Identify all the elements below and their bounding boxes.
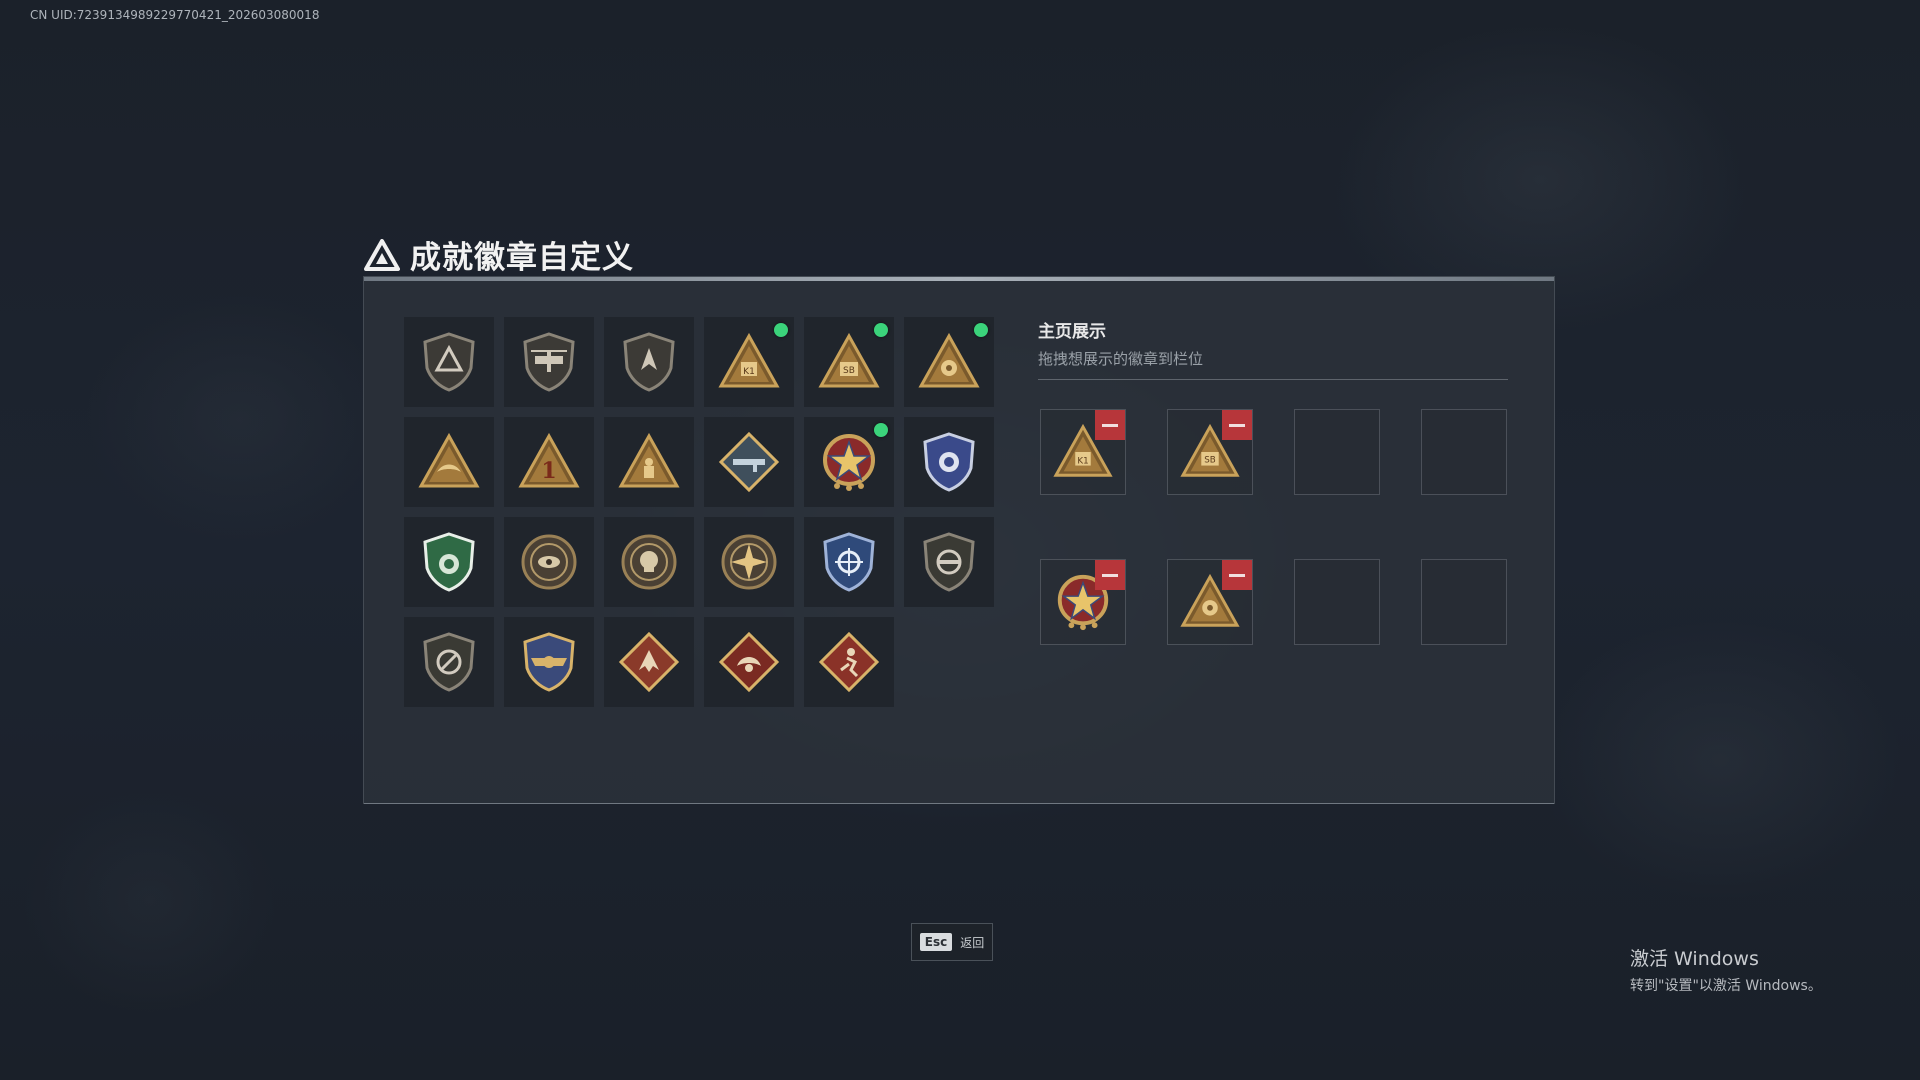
display-slot-filled[interactable]: SB bbox=[1167, 409, 1253, 495]
red-diamond-runner-icon bbox=[818, 631, 880, 693]
rifle-crosshair-shield-icon bbox=[923, 532, 975, 592]
red-diamond-dragon-icon bbox=[718, 631, 780, 693]
badge-cell[interactable]: K1 bbox=[704, 317, 794, 407]
minus-icon bbox=[1102, 573, 1118, 577]
helicopter-shield-icon bbox=[523, 332, 575, 392]
badge-cell[interactable] bbox=[404, 617, 494, 707]
remove-badge-button[interactable] bbox=[1095, 410, 1125, 440]
gold-wings-shield-icon bbox=[523, 632, 575, 692]
back-label: 返回 bbox=[960, 935, 985, 950]
badge-cell[interactable] bbox=[804, 517, 894, 607]
svg-text:1: 1 bbox=[541, 458, 556, 484]
display-slot-empty[interactable] bbox=[1421, 409, 1507, 495]
display-slot-filled[interactable] bbox=[1040, 559, 1126, 645]
new-indicator-dot bbox=[874, 323, 888, 337]
badge-cell[interactable]: SB bbox=[804, 317, 894, 407]
minus-icon bbox=[1102, 423, 1118, 427]
new-indicator-dot bbox=[974, 323, 988, 337]
back-button[interactable]: Esc 返回 bbox=[911, 923, 993, 961]
remove-badge-button[interactable] bbox=[1095, 560, 1125, 590]
gold-triangle-soldier-icon bbox=[618, 432, 680, 488]
section-divider bbox=[1038, 379, 1508, 380]
round-eye-emblem-icon bbox=[521, 534, 577, 590]
remove-badge-button[interactable] bbox=[1222, 560, 1252, 590]
badge-cell[interactable] bbox=[504, 317, 594, 407]
homepage-display-section: 主页展示 拖拽想展示的徽章到栏位 K1 SB bbox=[1038, 317, 1508, 645]
panel-top-line bbox=[364, 277, 1554, 281]
badge-cell[interactable] bbox=[704, 617, 794, 707]
gold-triangle-sb-icon: SB bbox=[818, 332, 880, 388]
badge-cell[interactable] bbox=[604, 417, 694, 507]
badge-cell[interactable] bbox=[604, 317, 694, 407]
badge-cell[interactable] bbox=[704, 517, 794, 607]
esc-key-hint: Esc bbox=[919, 933, 953, 951]
round-skull-emblem-icon bbox=[621, 534, 677, 590]
badge-cell[interactable] bbox=[904, 317, 994, 407]
minus-icon bbox=[1229, 573, 1245, 577]
diamond-rifle-icon bbox=[718, 431, 780, 493]
badge-cell[interactable] bbox=[404, 317, 494, 407]
display-slot-empty[interactable] bbox=[1421, 559, 1507, 645]
starburst-emblem-icon bbox=[721, 534, 777, 590]
gold-triangle-eagle-icon bbox=[418, 432, 480, 488]
delta-logo-icon bbox=[364, 238, 400, 271]
homepage-display-subtitle: 拖拽想展示的徽章到栏位 bbox=[1038, 350, 1204, 368]
svg-text:K1: K1 bbox=[743, 367, 755, 377]
badge-cell[interactable] bbox=[504, 617, 594, 707]
new-indicator-dot bbox=[774, 323, 788, 337]
star-medal-icon bbox=[823, 434, 875, 491]
blue-crosshair-shield-icon bbox=[823, 532, 875, 592]
homepage-display-title: 主页展示 bbox=[1038, 322, 1106, 342]
display-slot-empty[interactable] bbox=[1294, 409, 1380, 495]
badge-cell[interactable] bbox=[404, 517, 494, 607]
gold-triangle-k1-icon: K1 bbox=[718, 332, 780, 388]
display-slot-empty[interactable] bbox=[1294, 559, 1380, 645]
green-lion-shield-icon bbox=[423, 532, 475, 592]
badge-cell[interactable] bbox=[904, 517, 994, 607]
watermark-line-2: 转到"设置"以激活 Windows。 bbox=[1630, 978, 1822, 994]
wing-shield-icon bbox=[623, 332, 675, 392]
page-title: 成就徽章自定义 bbox=[410, 240, 634, 276]
display-slot-filled[interactable] bbox=[1167, 559, 1253, 645]
display-slots: K1 SB bbox=[1040, 409, 1507, 645]
page-header: 成就徽章自定义 bbox=[364, 232, 634, 277]
watermark-line-1: 激活 Windows bbox=[1630, 948, 1759, 970]
badge-cell[interactable] bbox=[704, 417, 794, 507]
shield-triangle-icon bbox=[423, 332, 475, 392]
windows-activation-watermark: 激活 Windows 转到"设置"以激活 Windows。 bbox=[1630, 944, 1822, 995]
badge-cell[interactable]: 1 bbox=[504, 417, 594, 507]
display-slot-filled[interactable]: K1 bbox=[1040, 409, 1126, 495]
badge-cell[interactable] bbox=[404, 417, 494, 507]
panel-bottom-line bbox=[364, 803, 1554, 804]
badge-cell[interactable] bbox=[504, 517, 594, 607]
badge-cell[interactable] bbox=[604, 617, 694, 707]
badge-grid: K1 SB 1 bbox=[404, 317, 994, 707]
bow-crosshair-shield-icon bbox=[423, 632, 475, 692]
red-diamond-wolf-icon bbox=[618, 631, 680, 693]
svg-text:K1: K1 bbox=[1077, 457, 1088, 467]
gold-triangle-number-one-icon: 1 bbox=[518, 432, 580, 488]
badge-customization-panel: K1 SB 1 主页展示 拖拽想展示的徽章到栏位 K1 SB bbox=[363, 276, 1555, 804]
badge-cell[interactable] bbox=[604, 517, 694, 607]
gold-triangle-gear-icon bbox=[918, 332, 980, 388]
badge-cell[interactable] bbox=[904, 417, 994, 507]
minus-icon bbox=[1229, 423, 1245, 427]
remove-badge-button[interactable] bbox=[1222, 410, 1252, 440]
new-indicator-dot bbox=[874, 423, 888, 437]
blue-police-shield-icon bbox=[923, 432, 975, 492]
badge-cell[interactable] bbox=[804, 417, 894, 507]
svg-text:SB: SB bbox=[1204, 456, 1216, 466]
uid-label: CN UID:7239134989229770421_202603080018 bbox=[30, 8, 320, 22]
badge-cell[interactable] bbox=[804, 617, 894, 707]
svg-text:SB: SB bbox=[843, 366, 855, 376]
